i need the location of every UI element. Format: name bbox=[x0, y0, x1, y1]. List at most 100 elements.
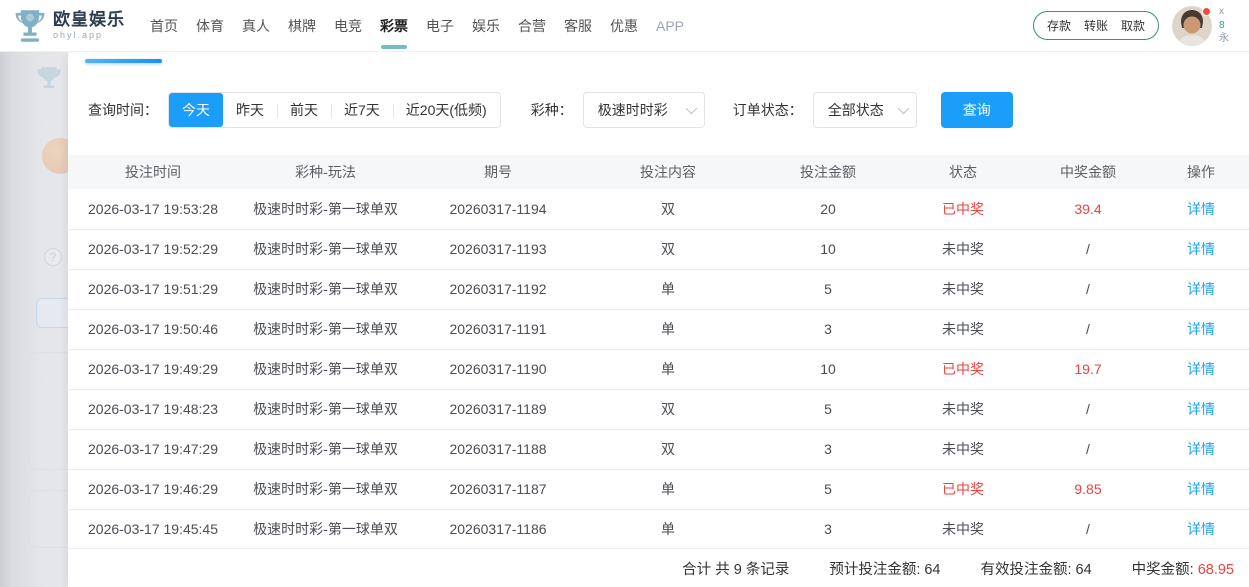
bet-time: 2026-03-17 19:48:23 bbox=[68, 389, 238, 429]
order-status-select[interactable]: 全部状态 bbox=[813, 92, 917, 128]
bet-status: 未中奖 bbox=[903, 429, 1023, 469]
nav-item-8[interactable]: 娱乐 bbox=[469, 0, 503, 51]
column-header-8: 操作 bbox=[1153, 155, 1249, 189]
expected-bet-label: 预计投注金额: bbox=[829, 562, 920, 578]
time-option-5[interactable]: 近20天(低频) bbox=[393, 93, 500, 127]
nav-item-2[interactable]: 体育 bbox=[193, 0, 227, 51]
bet-status: 已中奖 bbox=[903, 349, 1023, 389]
valid-bet-value: 64 bbox=[1076, 562, 1092, 578]
brand-title: 欧皇娱乐 bbox=[53, 11, 125, 29]
column-header-5: 投注金额 bbox=[753, 155, 903, 189]
issue-number: 20260317-1191 bbox=[413, 309, 583, 349]
user-avatar[interactable] bbox=[1172, 6, 1212, 46]
records-body: 2026-03-17 19:53:28极速时时彩-第一球单双20260317-1… bbox=[68, 189, 1249, 549]
column-header-6: 状态 bbox=[903, 155, 1023, 189]
detail-link[interactable]: 详情 bbox=[1187, 361, 1215, 377]
bet-amount: 5 bbox=[753, 269, 903, 309]
nav-item-3[interactable]: 真人 bbox=[239, 0, 273, 51]
bet-content: 单 bbox=[583, 309, 753, 349]
column-header-7: 中奖金额 bbox=[1023, 155, 1153, 189]
bet-content: 单 bbox=[583, 349, 753, 389]
expected-bet-value: 64 bbox=[924, 562, 940, 578]
column-header-2: 彩种-玩法 bbox=[238, 155, 413, 189]
lottery-select[interactable]: 极速时时彩 bbox=[583, 92, 705, 128]
bet-amount: 3 bbox=[753, 309, 903, 349]
time-option-4[interactable]: 近7天 bbox=[331, 93, 393, 127]
table-row: 2026-03-17 19:50:46极速时时彩-第一球单双20260317-1… bbox=[68, 309, 1249, 349]
time-option-1[interactable]: 今天 bbox=[169, 93, 223, 127]
column-header-3: 期号 bbox=[413, 155, 583, 189]
expected-bet-total: 预计投注金额:64 bbox=[829, 558, 940, 579]
issue-number: 20260317-1189 bbox=[413, 389, 583, 429]
dimmed-background: ? bbox=[0, 52, 68, 587]
user-info-line-2: 8 bbox=[1219, 19, 1237, 33]
issue-number: 20260317-1187 bbox=[413, 469, 583, 509]
prize-amount: / bbox=[1023, 309, 1153, 349]
detail-link[interactable]: 详情 bbox=[1187, 441, 1215, 457]
nav-item-11[interactable]: 优惠 bbox=[607, 0, 641, 51]
records-panel: 查询时间： 今天昨天前天近7天近20天(低频) 彩种： 极速时时彩 订单状态： … bbox=[68, 52, 1249, 587]
active-tab-indicator bbox=[85, 59, 162, 63]
time-filter-label: 查询时间： bbox=[88, 100, 158, 120]
query-button[interactable]: 查询 bbox=[941, 92, 1013, 128]
action-cell: 详情 bbox=[1153, 269, 1249, 309]
nav-item-6[interactable]: 彩票 bbox=[377, 0, 411, 51]
prize-amount: 9.85 bbox=[1023, 469, 1153, 509]
detail-link[interactable]: 详情 bbox=[1187, 321, 1215, 337]
issue-number: 20260317-1190 bbox=[413, 349, 583, 389]
time-option-2[interactable]: 昨天 bbox=[223, 93, 277, 127]
table-row: 2026-03-17 19:47:29极速时时彩-第一球单双20260317-1… bbox=[68, 429, 1249, 469]
issue-number: 20260317-1194 bbox=[413, 189, 583, 229]
column-header-4: 投注内容 bbox=[583, 155, 753, 189]
wallet-action-2[interactable]: 转账 bbox=[1084, 17, 1108, 34]
bet-content: 单 bbox=[583, 469, 753, 509]
total-records: 合计 共 9 条记录 bbox=[682, 558, 789, 579]
bet-status: 未中奖 bbox=[903, 509, 1023, 549]
wallet-action-3[interactable]: 取款 bbox=[1121, 17, 1145, 34]
game-play: 极速时时彩-第一球单双 bbox=[238, 429, 413, 469]
bet-status: 未中奖 bbox=[903, 309, 1023, 349]
bet-amount: 3 bbox=[753, 509, 903, 549]
bet-status: 已中奖 bbox=[903, 469, 1023, 509]
detail-link[interactable]: 详情 bbox=[1187, 201, 1215, 217]
notification-dot bbox=[1202, 7, 1211, 16]
bet-records-table: 投注时间彩种-玩法期号投注内容投注金额状态中奖金额操作 2026-03-17 1… bbox=[68, 155, 1249, 550]
nav-item-10[interactable]: 客服 bbox=[561, 0, 595, 51]
main-area: ? 查询时间： 今天昨天前天近7天近20天(低频) 彩种： 极速时时彩 订单状态… bbox=[0, 52, 1249, 587]
bet-time: 2026-03-17 19:52:29 bbox=[68, 229, 238, 269]
table-row: 2026-03-17 19:48:23极速时时彩-第一球单双20260317-1… bbox=[68, 389, 1249, 429]
wallet-actions: 存款转账取款 bbox=[1033, 11, 1159, 40]
issue-number: 20260317-1193 bbox=[413, 229, 583, 269]
nav-item-9[interactable]: 合营 bbox=[515, 0, 549, 51]
bet-content: 双 bbox=[583, 229, 753, 269]
detail-link[interactable]: 详情 bbox=[1187, 481, 1215, 497]
detail-link[interactable]: 详情 bbox=[1187, 241, 1215, 257]
filter-bar: 查询时间： 今天昨天前天近7天近20天(低频) 彩种： 极速时时彩 订单状态： … bbox=[88, 92, 1249, 128]
overlay-veil bbox=[0, 52, 68, 587]
prize-total-value: 68.95 bbox=[1198, 562, 1234, 578]
table-row: 2026-03-17 19:52:29极速时时彩-第一球单双20260317-1… bbox=[68, 229, 1249, 269]
lottery-select-value: 极速时时彩 bbox=[598, 100, 668, 120]
status-filter-label: 订单状态： bbox=[733, 100, 803, 120]
bet-amount: 10 bbox=[753, 229, 903, 269]
time-option-3[interactable]: 前天 bbox=[277, 93, 331, 127]
nav-item-1[interactable]: 首页 bbox=[147, 0, 181, 51]
action-cell: 详情 bbox=[1153, 389, 1249, 429]
action-cell: 详情 bbox=[1153, 229, 1249, 269]
detail-link[interactable]: 详情 bbox=[1187, 401, 1215, 417]
bet-content: 单 bbox=[583, 269, 753, 309]
brand-logo[interactable]: 欧皇娱乐 ohyl.app bbox=[14, 9, 125, 43]
nav-item-5[interactable]: 电竞 bbox=[331, 0, 365, 51]
nav-item-7[interactable]: 电子 bbox=[423, 0, 457, 51]
wallet-action-1[interactable]: 存款 bbox=[1047, 17, 1071, 34]
brand-subtitle: ohyl.app bbox=[53, 31, 125, 40]
status-select-value: 全部状态 bbox=[828, 100, 884, 120]
detail-link[interactable]: 详情 bbox=[1187, 281, 1215, 297]
action-cell: 详情 bbox=[1153, 469, 1249, 509]
table-row: 2026-03-17 19:46:29极速时时彩-第一球单双20260317-1… bbox=[68, 469, 1249, 509]
bet-content: 双 bbox=[583, 189, 753, 229]
action-cell: 详情 bbox=[1153, 429, 1249, 469]
detail-link[interactable]: 详情 bbox=[1187, 521, 1215, 537]
nav-item-4[interactable]: 棋牌 bbox=[285, 0, 319, 51]
nav-item-12[interactable]: APP bbox=[653, 0, 687, 51]
